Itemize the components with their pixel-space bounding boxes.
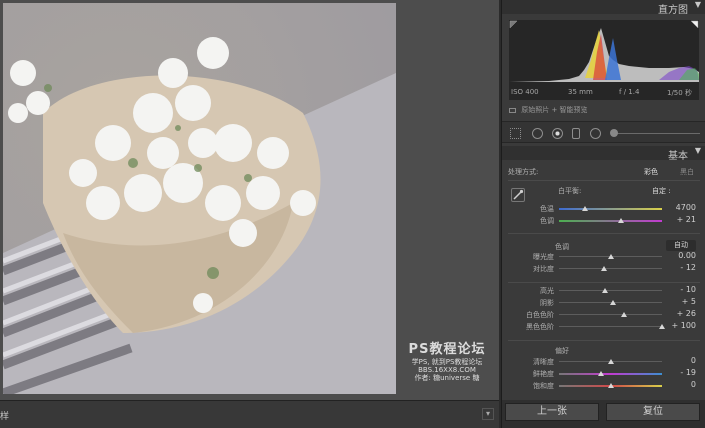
eyedropper-icon[interactable] xyxy=(511,188,525,202)
temp-slider-knob[interactable] xyxy=(581,206,588,211)
tint-slider-track[interactable] xyxy=(559,220,662,222)
wb-label: 白平衡: xyxy=(558,187,582,195)
brush-slider-knob[interactable] xyxy=(610,129,618,137)
blacks-value[interactable]: + 100 xyxy=(656,321,696,330)
collapse-triangle-icon[interactable]: ▼ xyxy=(695,0,701,9)
tool-strip xyxy=(502,121,705,143)
original-preview-label: 原始照片 + 智能预览 xyxy=(509,105,588,115)
watermark-title: PS教程论坛 xyxy=(408,342,486,357)
radial-filter-icon[interactable] xyxy=(590,128,601,139)
photo-preview xyxy=(3,3,396,394)
basic-title: 基本 xyxy=(668,151,688,162)
watermark: PS教程论坛 学PS, 就到PS教程论坛 BBS.16XX8.COM 作者: 糖… xyxy=(398,342,496,383)
tone-label: 色调 xyxy=(555,243,569,251)
graduated-filter-icon[interactable] xyxy=(572,128,580,139)
vibrance-label: 鲜艳度 xyxy=(533,370,554,378)
clarity-value[interactable]: 0 xyxy=(656,356,696,365)
develop-panel: 直方图 ▼ ISO 400 35 mm f / 1.4 1/50 秒 原始照片 … xyxy=(501,0,705,428)
whites-slider-track[interactable] xyxy=(559,314,662,315)
highlights-label: 高光 xyxy=(540,287,554,295)
treatment-bw-option[interactable]: 黑白 xyxy=(680,167,694,177)
original-preview-text: 原始照片 + 智能预览 xyxy=(521,106,588,114)
blacks-label: 黑色色阶 xyxy=(526,323,554,331)
wb-dropdown[interactable]: 自定 : xyxy=(652,186,671,196)
contrast-label: 对比度 xyxy=(533,265,554,273)
divider xyxy=(508,180,700,181)
tint-label: 色调 xyxy=(540,217,554,225)
bottom-buttons: 上一张 复位 xyxy=(502,400,705,428)
clarity-slider-knob[interactable] xyxy=(607,359,614,364)
filmstrip-menu-button[interactable]: ▾ xyxy=(482,408,494,420)
saturation-label: 饱和度 xyxy=(533,382,554,390)
section-divider xyxy=(508,233,700,234)
filmstrip-bar: 样 ▾ xyxy=(0,400,499,428)
contrast-value[interactable]: - 12 xyxy=(656,263,696,272)
whites-slider-knob[interactable] xyxy=(620,312,627,317)
temp-slider-track[interactable] xyxy=(559,208,662,210)
previous-button[interactable]: 上一张 xyxy=(505,403,599,421)
vibrance-value[interactable]: - 19 xyxy=(656,368,696,377)
vibrance-slider-knob[interactable] xyxy=(598,371,605,376)
saturation-slider-knob[interactable] xyxy=(607,383,614,388)
histogram-header[interactable]: 直方图 ▼ xyxy=(502,0,705,16)
exposure-value[interactable]: 0.00 xyxy=(656,251,696,260)
whites-value[interactable]: + 26 xyxy=(656,309,696,318)
basic-header[interactable]: 基本 ▼ xyxy=(502,146,705,162)
highlight-clipping-icon xyxy=(690,20,699,29)
section-divider xyxy=(508,282,700,283)
shadows-slider-knob[interactable] xyxy=(609,300,616,305)
tint-value[interactable]: + 21 xyxy=(656,215,696,224)
temp-label: 色温 xyxy=(540,205,554,213)
blacks-slider-track[interactable] xyxy=(559,326,662,327)
watermark-line: 作者: 糖universe 糖 xyxy=(414,374,480,383)
watermark-line: BBS.16XX8.COM xyxy=(418,365,476,374)
exposure-slider-knob[interactable] xyxy=(607,254,614,259)
treatment-label: 处理方式: xyxy=(508,168,539,176)
highlights-slider-knob[interactable] xyxy=(602,288,609,293)
shadow-clipping-icon xyxy=(509,20,518,29)
photo-area: PS教程论坛 学PS, 就到PS教程论坛 BBS.16XX8.COM 作者: 糖… xyxy=(0,0,499,400)
shadows-value[interactable]: + 5 xyxy=(656,297,696,306)
brush-slider-track[interactable] xyxy=(612,133,700,134)
vibrance-slider-track[interactable] xyxy=(559,373,662,375)
watermark-line: 学PS, 就到PS教程论坛 xyxy=(411,357,483,366)
iso-readout: ISO 400 xyxy=(511,88,539,96)
spot-removal-tool-icon[interactable] xyxy=(532,128,543,139)
auto-tone-button[interactable]: 自动 xyxy=(666,240,696,251)
presence-label: 偏好 xyxy=(555,347,569,355)
treatment-color-option[interactable]: 彩色 xyxy=(644,167,658,177)
shadows-label: 阴影 xyxy=(540,299,554,307)
smart-preview-icon xyxy=(509,107,516,113)
red-eye-tool-icon[interactable] xyxy=(552,128,563,139)
filmstrip-label: 样 xyxy=(0,412,10,422)
contrast-slider-track[interactable] xyxy=(559,268,662,269)
exposure-label: 曝光度 xyxy=(533,253,554,261)
saturation-value[interactable]: 0 xyxy=(656,380,696,389)
temp-value[interactable]: 4700 xyxy=(656,203,696,212)
highlights-slider-track[interactable] xyxy=(559,290,662,291)
focal-readout: 35 mm xyxy=(568,88,593,96)
clarity-label: 清晰度 xyxy=(533,358,554,366)
whites-label: 白色色阶 xyxy=(526,311,554,319)
contrast-slider-knob[interactable] xyxy=(601,266,608,271)
collapse-triangle-icon[interactable]: ▼ xyxy=(695,146,701,155)
section-divider xyxy=(508,340,700,341)
crop-tool-icon[interactable] xyxy=(510,128,521,139)
aperture-readout: f / 1.4 xyxy=(619,88,640,96)
shutter-readout: 1/50 秒 xyxy=(667,89,692,97)
histogram-title: 直方图 xyxy=(658,5,688,16)
reset-button[interactable]: 复位 xyxy=(606,403,700,421)
highlights-value[interactable]: - 10 xyxy=(656,285,696,294)
tint-slider-knob[interactable] xyxy=(617,218,624,223)
photo-image xyxy=(3,3,396,394)
